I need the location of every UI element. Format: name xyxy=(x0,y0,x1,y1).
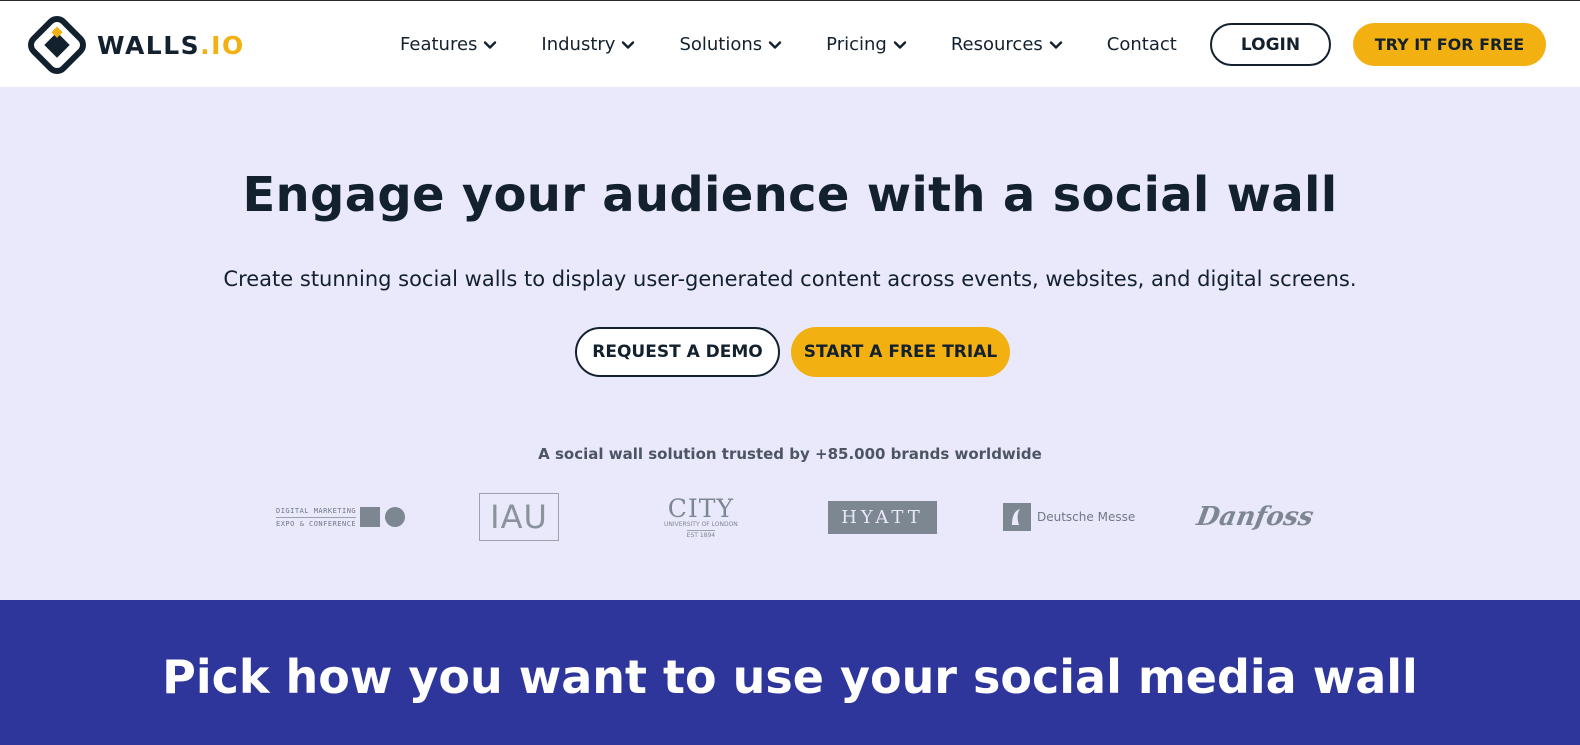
nav-item-solutions[interactable]: Solutions xyxy=(679,34,782,55)
nav-item-contact[interactable]: Contact xyxy=(1107,34,1177,55)
logo-wordmark: WALLS.IO xyxy=(97,31,245,60)
deutsche-messe-logo: Deutsche Messe xyxy=(1003,487,1135,547)
request-demo-button[interactable]: REQUEST A DEMO xyxy=(575,327,780,377)
logo-suffix: .IO xyxy=(200,30,245,60)
use-case-title: Pick how you want to use your social med… xyxy=(162,650,1418,704)
main-nav: Features Industry Solutions Pricing Reso… xyxy=(400,30,1177,58)
nav-item-industry[interactable]: Industry xyxy=(541,34,635,55)
hero-title: Engage your audience with a social wall xyxy=(242,167,1338,223)
chevron-down-icon xyxy=(1049,41,1062,49)
iau-logo: IAU xyxy=(479,487,559,547)
danfoss-logo: Danfoss xyxy=(1194,487,1316,547)
hero-section: Engage your audience with a social wall … xyxy=(0,87,1580,600)
deutsche-messe-text: Deutsche Messe xyxy=(1037,510,1136,524)
dmexco-line1: DIGITAL MARKETING xyxy=(276,507,357,518)
hyatt-logo: HYATT xyxy=(828,487,937,547)
dmexco-shapes-icon xyxy=(360,507,406,527)
city-est: EST 1894 xyxy=(686,529,716,539)
dmexco-text: DIGITAL MARKETING EXPO & CONFERENCE xyxy=(276,507,357,528)
trusted-by-text: A social wall solution trusted by +85.00… xyxy=(538,445,1042,463)
brand-logos: DIGITAL MARKETING EXPO & CONFERENCE IAU … xyxy=(0,487,1580,547)
start-free-trial-button[interactable]: START A FREE TRIAL xyxy=(791,327,1010,377)
nav-item-features[interactable]: Features xyxy=(400,34,497,55)
nav-item-pricing[interactable]: Pricing xyxy=(826,34,907,55)
walls-io-logo[interactable]: WALLS.IO xyxy=(26,15,245,75)
hyatt-text: HYATT xyxy=(828,500,937,534)
nav-item-resources[interactable]: Resources xyxy=(951,34,1063,55)
hero-subtitle: Create stunning social walls to display … xyxy=(223,267,1357,291)
nav-item-label: Solutions xyxy=(679,33,763,55)
nav-item-label: Pricing xyxy=(826,33,887,55)
site-header: WALLS.IO Features Industry Solutions Pri… xyxy=(0,0,1580,87)
chevron-down-icon xyxy=(768,41,782,49)
nav-item-label: Industry xyxy=(541,33,616,55)
dmexco-line2: EXPO & CONFERENCE xyxy=(276,519,357,528)
city-text: CITY xyxy=(667,493,734,523)
try-it-for-free-button[interactable]: TRY IT FOR FREE xyxy=(1353,23,1546,66)
iau-text: IAU xyxy=(479,493,559,541)
nav-item-label: Contact xyxy=(1106,33,1177,55)
danfoss-text: Danfoss xyxy=(1194,502,1316,532)
chevron-down-icon xyxy=(893,41,907,49)
chevron-down-icon xyxy=(484,41,497,49)
nav-item-label: Features xyxy=(400,33,478,55)
city-subtext: UNIVERSITY OF LONDON xyxy=(664,520,738,528)
login-button[interactable]: LOGIN xyxy=(1210,23,1331,66)
city-logo: CITY UNIVERSITY OF LONDON EST 1894 xyxy=(664,487,738,547)
deutsche-messe-icon xyxy=(1003,503,1031,531)
chevron-down-icon xyxy=(622,41,635,49)
dmexco-logo: DIGITAL MARKETING EXPO & CONFERENCE xyxy=(276,487,406,547)
logo-name: WALLS xyxy=(97,30,201,60)
use-case-section: Pick how you want to use your social med… xyxy=(0,600,1580,745)
walls-io-logo-icon xyxy=(28,16,86,74)
nav-item-label: Resources xyxy=(950,33,1043,55)
